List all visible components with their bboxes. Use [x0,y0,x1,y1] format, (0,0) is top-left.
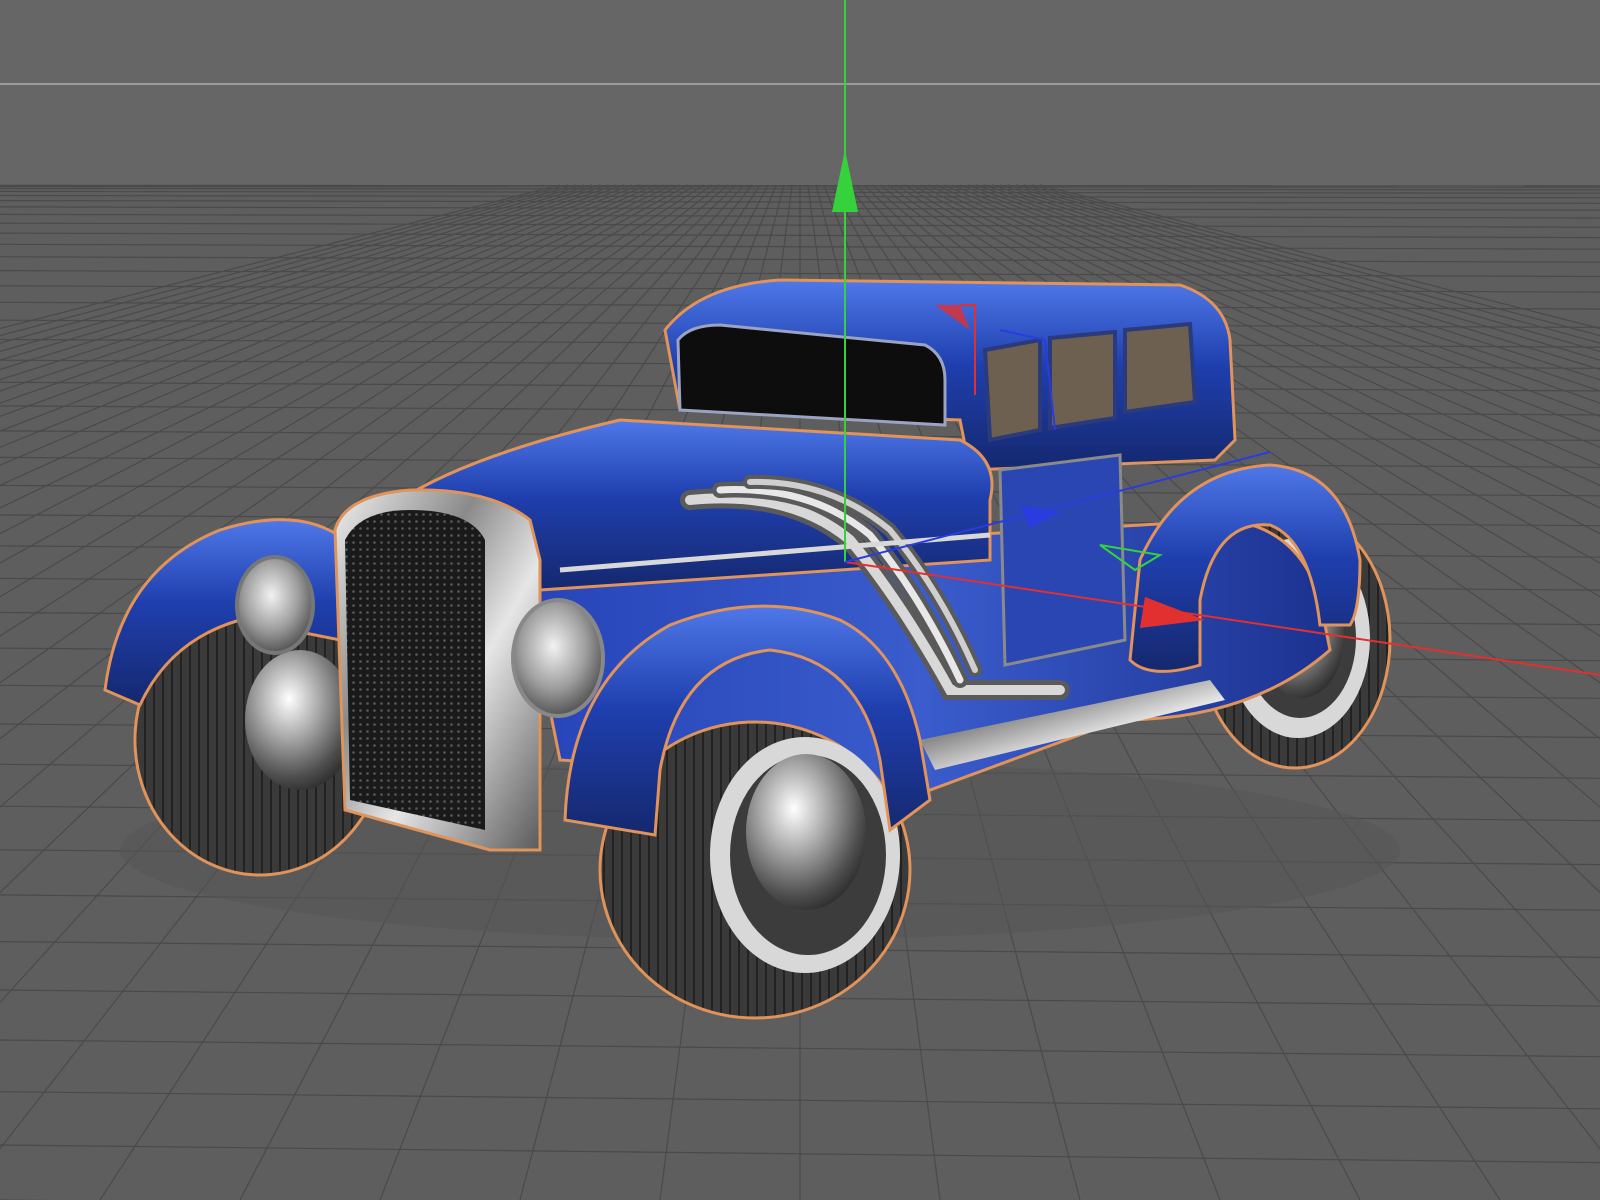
left-headlamp [235,555,315,655]
side-window-2 [1048,329,1117,431]
front-right-hubcap [746,754,866,910]
right-headlamp [511,598,605,718]
car-door[interactable] [998,453,1127,667]
front-left-hubcap [245,650,355,790]
side-window-1 [982,337,1042,443]
radiator-grille [345,510,485,830]
3d-viewport[interactable] [0,0,1600,1200]
sky-area [0,0,1600,185]
side-window-3 [1123,321,1198,415]
viewport-canvas[interactable] [0,0,1600,1200]
